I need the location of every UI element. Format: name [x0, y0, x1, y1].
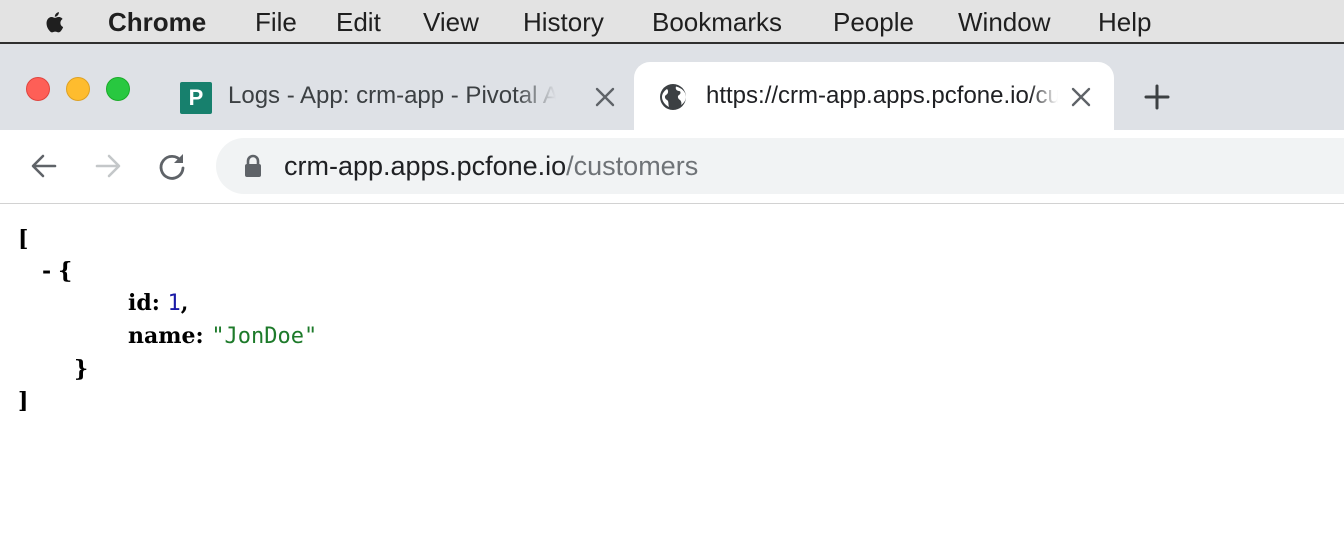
tab-close-icon[interactable]: [594, 86, 616, 108]
json-key: name: [128, 323, 196, 349]
url-path: /customers: [566, 151, 699, 181]
url-text[interactable]: crm-app.apps.pcfone.io/customers: [284, 150, 698, 182]
open-bracket: [: [18, 226, 29, 252]
open-brace: {: [58, 258, 73, 284]
tab-logs[interactable]: P Logs - App: crm-app - Pivotal Apps Man…: [160, 62, 630, 130]
tab-title: https://crm-app.apps.pcfone.io/customers: [706, 82, 1058, 109]
apple-icon[interactable]: [40, 7, 70, 37]
reload-icon[interactable]: [156, 150, 188, 182]
menu-app-chrome[interactable]: Chrome: [108, 6, 206, 38]
menu-view[interactable]: View: [423, 6, 479, 38]
json-field-name: name: "JonDoe": [128, 323, 318, 349]
json-viewer: [ - { id: 1, name: "JonDoe" } ]: [0, 204, 1344, 558]
window-close-button[interactable]: [26, 77, 50, 101]
json-object-header: - {: [42, 256, 72, 287]
json-number-value: 1: [167, 291, 181, 316]
collapse-toggle[interactable]: -: [42, 258, 51, 284]
lock-icon[interactable]: [242, 154, 264, 178]
back-arrow-icon[interactable]: [28, 150, 60, 182]
menu-history[interactable]: History: [523, 6, 604, 38]
json-field-id: id: 1,: [128, 290, 189, 316]
close-brace: }: [74, 356, 89, 382]
window-zoom-button[interactable]: [106, 77, 130, 101]
menu-edit[interactable]: Edit: [336, 6, 381, 38]
json-string-value: "JonDoe": [211, 324, 318, 349]
address-bar[interactable]: crm-app.apps.pcfone.io/customers: [216, 138, 1344, 194]
menu-people[interactable]: People: [833, 6, 914, 38]
tab-strip: P Logs - App: crm-app - Pivotal Apps Man…: [0, 44, 1344, 130]
menu-bookmarks[interactable]: Bookmarks: [652, 6, 782, 38]
json-key: id: [128, 290, 152, 316]
menu-window[interactable]: Window: [958, 6, 1050, 38]
pivotal-favicon-icon: P: [180, 82, 212, 114]
new-tab-plus-icon[interactable]: [1142, 82, 1172, 112]
mac-menu-bar: Chrome File Edit View History Bookmarks …: [0, 0, 1344, 44]
globe-icon: [660, 84, 686, 110]
window-minimize-button[interactable]: [66, 77, 90, 101]
forward-arrow-icon[interactable]: [92, 150, 124, 182]
close-bracket: ]: [18, 388, 29, 414]
browser-toolbar: crm-app.apps.pcfone.io/customers: [0, 130, 1344, 204]
tab-close-icon[interactable]: [1070, 86, 1092, 108]
tab-title: Logs - App: crm-app - Pivotal Apps Manag…: [228, 82, 556, 109]
url-host: crm-app.apps.pcfone.io: [284, 151, 567, 181]
menu-file[interactable]: File: [255, 6, 297, 38]
tab-customers[interactable]: https://crm-app.apps.pcfone.io/customers: [634, 62, 1114, 130]
menu-help[interactable]: Help: [1098, 6, 1151, 38]
